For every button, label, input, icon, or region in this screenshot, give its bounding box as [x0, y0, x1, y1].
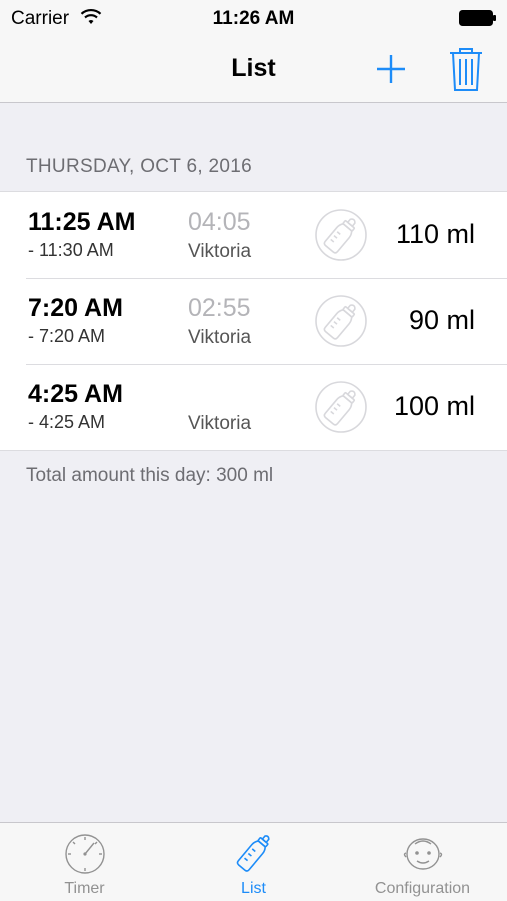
battery-icon: [459, 10, 496, 26]
section-header: THURSDAY, OCT 6, 2016: [26, 156, 252, 177]
person-name: Viktoria: [188, 241, 252, 262]
tab-timer[interactable]: Timer: [0, 823, 169, 901]
tab-label: Timer: [64, 880, 105, 897]
trash-icon: [450, 48, 482, 91]
bottle-icon: [315, 381, 367, 433]
delete-button[interactable]: [446, 46, 486, 92]
clock-time: 11:26 AM: [212, 8, 295, 29]
start-time: 7:20 AM: [28, 294, 123, 322]
amount: 110 ml: [395, 219, 475, 249]
end-time: - 7:20 AM: [28, 326, 106, 346]
tab-label: List: [241, 880, 266, 897]
day-total: Total amount this day: 300 ml: [26, 465, 274, 486]
baby-face-icon: [403, 838, 443, 870]
start-time: 11:25 AM: [28, 208, 136, 236]
bottle-icon: [236, 835, 270, 872]
tab-configuration[interactable]: Configuration: [338, 823, 507, 901]
page-title: List: [231, 54, 276, 82]
list-item[interactable]: 11:25 AM - 11:30 AM 04:05 Viktoria 110 m…: [0, 192, 507, 278]
tab-bar: Timer List Configuration: [0, 822, 507, 901]
tab-list[interactable]: List: [169, 823, 338, 901]
navigation-bar: List: [0, 38, 507, 103]
status-bar: Carrier 11:26 AM: [0, 0, 507, 38]
duration: 02:55: [188, 294, 251, 322]
stopwatch-icon: [65, 834, 105, 874]
end-time: - 11:30 AM: [28, 240, 114, 260]
person-name: Viktoria: [188, 413, 252, 434]
end-time: - 4:25 AM: [28, 412, 106, 432]
list-item[interactable]: 4:25 AM - 4:25 AM Viktoria 100 ml: [0, 364, 507, 450]
plus-icon: [377, 55, 405, 83]
amount: 100 ml: [393, 391, 475, 421]
amount: 90 ml: [408, 305, 475, 335]
bottle-icon: [315, 209, 367, 261]
add-button[interactable]: [372, 50, 410, 88]
tab-label: Configuration: [374, 880, 471, 897]
bottle-icon: [315, 295, 367, 347]
start-time: 4:25 AM: [28, 380, 123, 408]
person-name: Viktoria: [188, 327, 252, 348]
list-item[interactable]: 7:20 AM - 7:20 AM 02:55 Viktoria 90 ml: [0, 278, 507, 364]
feeding-list: 11:25 AM - 11:30 AM 04:05 Viktoria 110 m…: [0, 191, 507, 451]
duration: 04:05: [188, 208, 251, 236]
